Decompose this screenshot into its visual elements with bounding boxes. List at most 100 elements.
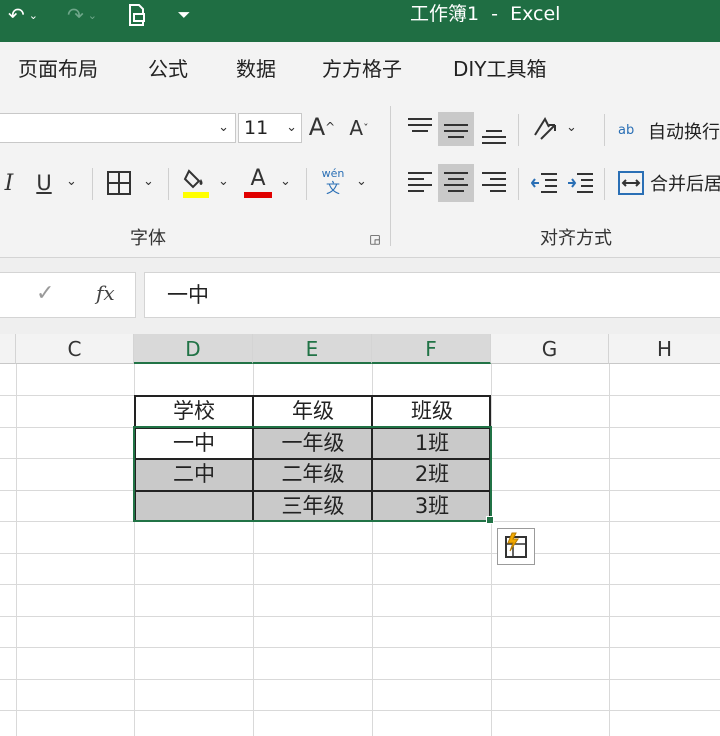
font-size-value: 11 — [244, 117, 269, 139]
undo-icon: ↶ — [8, 3, 25, 27]
align-left-button[interactable] — [408, 172, 434, 194]
fill-color-button[interactable] — [180, 164, 212, 200]
chevron-down-icon: ⌄ — [28, 8, 38, 22]
orientation-button[interactable] — [530, 114, 560, 144]
shrink-font-icon: A — [349, 116, 364, 140]
italic-icon: I — [4, 170, 14, 196]
divider — [168, 168, 169, 200]
chevron-down-icon[interactable]: ⌄ — [356, 174, 367, 189]
align-top-button[interactable] — [408, 118, 434, 140]
customize-qat-button[interactable]: ⏷ — [170, 0, 198, 30]
divider — [604, 168, 605, 200]
borders-button[interactable] — [104, 168, 134, 198]
font-color-bar — [244, 192, 272, 198]
group-divider — [390, 106, 391, 246]
column-header-h[interactable]: H — [609, 334, 720, 364]
phonetic-top: wén — [321, 167, 345, 180]
alignment-group-label: 对齐方式 — [540, 228, 612, 249]
wrap-text-label: 自动换行 — [648, 122, 720, 143]
ribbon-tabs: 页面布局 公式 数据 方方格子 DIY工具箱 — [0, 42, 720, 92]
column-header-c[interactable]: C — [16, 334, 134, 364]
enter-check-icon[interactable]: ✓ — [36, 281, 54, 306]
chevron-down-icon[interactable]: ⌄ — [280, 174, 291, 189]
print-preview-icon — [129, 4, 145, 26]
merge-center-label: 合并后居 — [650, 174, 720, 195]
column-header-partial[interactable] — [0, 334, 16, 364]
shrink-font-button[interactable]: Aˇ — [346, 114, 372, 142]
align-center-button[interactable] — [438, 164, 474, 202]
align-center-icon — [444, 172, 470, 194]
chevron-down-icon: ⌄ — [286, 120, 297, 135]
underline-button[interactable]: U — [32, 168, 56, 198]
merge-center-button[interactable]: 合并后居 — [618, 168, 720, 198]
quick-analysis-icon — [505, 532, 527, 558]
arrow-up-icon: ^ — [325, 120, 336, 134]
ribbon: ⌄ 11 ⌄ A ^ Aˇ I U ⌄ ⌄ ⌄ A ⌄ wén 文 ⌄ 字体 ◲… — [0, 92, 720, 258]
title-bar: ↶ ⌄ ↷ ⌄ ⏷ 工作簿1 - Excel — [0, 0, 720, 42]
chevron-down-icon: ⌄ — [218, 120, 229, 135]
redo-button[interactable]: ↷ ⌄ — [58, 0, 106, 30]
tab-page-layout[interactable]: 页面布局 — [18, 53, 98, 82]
chevron-down-icon[interactable]: ⌄ — [218, 174, 229, 189]
cell-f-header[interactable]: 班级 — [373, 396, 491, 427]
chevron-down-icon[interactable]: ⌄ — [66, 174, 77, 189]
align-middle-icon — [444, 120, 470, 142]
redo-icon: ↷ — [67, 3, 84, 27]
chevron-down-icon[interactable]: ⌄ — [566, 120, 577, 135]
undo-button[interactable]: ↶ ⌄ — [0, 0, 46, 30]
formula-bar: ✓ fx 一中 — [0, 258, 720, 334]
grow-font-button[interactable]: A ^ — [308, 112, 336, 142]
dialog-launcher-icon: ◲ — [369, 232, 381, 246]
merge-center-icon — [618, 171, 644, 195]
align-bottom-button[interactable] — [482, 122, 508, 144]
divider — [518, 168, 519, 200]
chevron-down-icon[interactable]: ⌄ — [143, 174, 154, 189]
increase-indent-button[interactable] — [566, 170, 594, 196]
column-header-g[interactable]: G — [491, 334, 609, 364]
window-title: 工作簿1 - Excel — [410, 3, 561, 25]
tab-fangfang[interactable]: 方方格子 — [322, 53, 402, 82]
fill-color-icon — [183, 169, 209, 198]
font-group-label: 字体 — [130, 228, 166, 249]
arrow-down-icon: ˇ — [363, 121, 369, 135]
customize-icon: ⏷ — [177, 5, 191, 24]
fill-handle[interactable] — [486, 516, 494, 524]
quick-analysis-button[interactable] — [497, 528, 535, 565]
insert-function-icon[interactable]: fx — [96, 281, 115, 305]
chevron-down-icon: ⌄ — [87, 8, 97, 22]
column-header-e[interactable]: E — [253, 334, 372, 364]
tab-data[interactable]: 数据 — [236, 53, 276, 82]
font-name-box[interactable]: ⌄ — [0, 113, 236, 143]
divider — [306, 168, 307, 200]
print-preview-button[interactable] — [120, 0, 154, 30]
decrease-indent-button[interactable] — [530, 170, 558, 196]
phonetic-bottom: 文 — [326, 181, 340, 197]
align-right-button[interactable] — [482, 172, 508, 194]
font-size-box[interactable]: 11 ⌄ — [238, 113, 302, 143]
formula-input[interactable]: 一中 — [144, 272, 720, 318]
wrap-text-button[interactable]: ab 自动换行 — [618, 116, 720, 146]
underline-icon: U — [36, 171, 52, 195]
cell-d-header[interactable]: 学校 — [135, 396, 253, 427]
divider — [92, 168, 93, 200]
font-color-button[interactable]: A — [242, 164, 274, 200]
italic-button[interactable]: I — [0, 168, 18, 198]
selection-border — [133, 426, 492, 522]
tab-formulas[interactable]: 公式 — [148, 53, 188, 82]
font-dialog-launcher[interactable]: ◲ — [368, 232, 382, 246]
increase-indent-icon — [568, 173, 593, 193]
tab-diy-toolbox[interactable]: DIY工具箱 — [453, 53, 547, 82]
font-color-icon: A — [250, 166, 266, 191]
formula-buttons: ✓ fx — [0, 272, 136, 318]
phonetic-guide-button[interactable]: wén 文 — [318, 164, 348, 200]
align-middle-button[interactable] — [438, 112, 474, 146]
decrease-indent-icon — [531, 173, 557, 193]
cell-e-header[interactable]: 年级 — [254, 396, 372, 427]
text-orientation-icon — [534, 116, 556, 140]
column-header-f[interactable]: F — [372, 334, 491, 364]
borders-icon — [107, 171, 131, 195]
divider — [518, 114, 519, 146]
grow-font-icon: A — [308, 113, 326, 141]
divider — [604, 114, 605, 146]
column-header-d[interactable]: D — [134, 334, 253, 364]
